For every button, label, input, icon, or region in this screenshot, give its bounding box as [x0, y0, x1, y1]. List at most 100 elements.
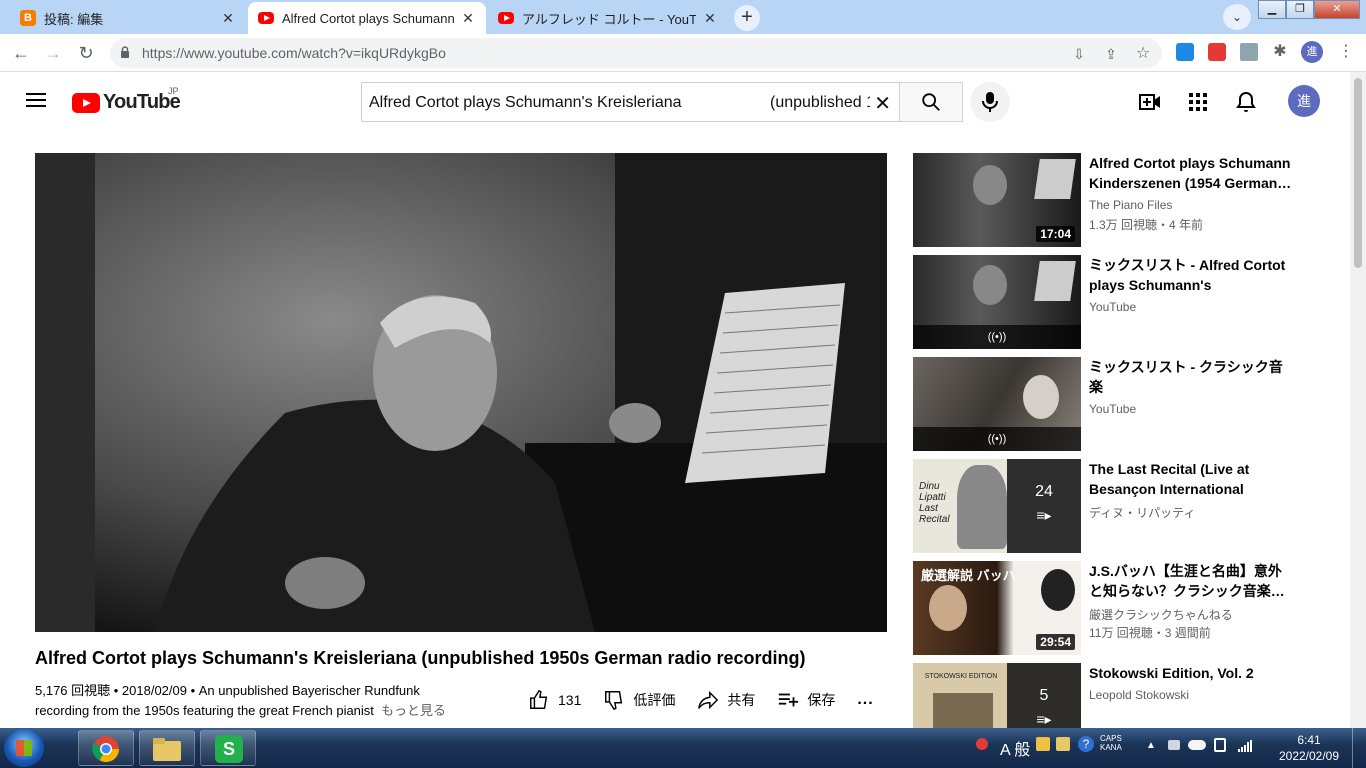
- thumbnail-figure: [929, 585, 967, 631]
- share-button[interactable]: 共有: [697, 689, 755, 711]
- voice-search-button[interactable]: [970, 82, 1010, 122]
- video-description[interactable]: 5,176 回視聴 • 2018/02/09 • An unpublished …: [35, 681, 455, 721]
- search-query-text: Alfred Cortot plays Schumann's Kreisleri…: [369, 94, 682, 111]
- caps-indicator: CAPS: [1100, 734, 1122, 743]
- channel-name[interactable]: ディヌ・リパッティ: [1089, 504, 1195, 521]
- related-video[interactable]: 17:04 Alfred Cortot plays Schumann Kinde…: [913, 153, 1333, 247]
- clear-search-icon[interactable]: ✕: [874, 91, 891, 116]
- related-mix[interactable]: ((•)) ミックスリスト - クラシック音楽 YouTube: [913, 357, 1333, 451]
- dislike-button[interactable]: 低評価: [603, 689, 675, 711]
- tab-search-button[interactable]: ⌄: [1223, 4, 1251, 30]
- related-title: The Last Recital (Live at Besançon Inter…: [1089, 461, 1250, 497]
- thumbnail-figure: [957, 465, 1007, 549]
- related-title: Alfred Cortot plays Schumann Kinderszene…: [1089, 155, 1292, 191]
- tab-blogger[interactable]: B 投稿: 編集 ✕: [10, 2, 246, 34]
- channel-name[interactable]: The Piano Files: [1089, 198, 1172, 212]
- show-desktop-button[interactable]: [1352, 728, 1366, 768]
- channel-name[interactable]: Leopold Stokowski: [1089, 688, 1189, 702]
- share-icon[interactable]: ⇪: [1102, 45, 1120, 63]
- thumbnail-sheet: [1034, 159, 1076, 199]
- forward-button[interactable]: →: [40, 40, 66, 66]
- share-label: 共有: [727, 692, 756, 708]
- search-input[interactable]: Alfred Cortot plays Schumann's Kreisleri…: [361, 82, 901, 122]
- description-snippet: recording from the 1950s featuring the g…: [35, 703, 374, 718]
- browser-tabstrip: B 投稿: 編集 ✕ Alfred Cortot plays Schumann …: [0, 0, 1366, 34]
- taskbar-explorer[interactable]: [139, 730, 195, 766]
- youtube-logo[interactable]: YouTube JP: [72, 86, 181, 114]
- signal-bars-icon[interactable]: [1238, 740, 1252, 752]
- install-icon[interactable]: ⇩: [1070, 45, 1088, 63]
- dislike-label: 低評価: [633, 692, 676, 708]
- taskbar-chrome[interactable]: [78, 730, 134, 766]
- notification-icon[interactable]: [976, 738, 988, 750]
- video-player[interactable]: [35, 153, 887, 632]
- ime-mode[interactable]: A 般: [1000, 736, 1030, 760]
- views-age: 11万 回視聴・3 週間前: [1089, 626, 1211, 640]
- onedrive-cloud-icon[interactable]: [1188, 740, 1206, 750]
- guide-menu-icon[interactable]: [26, 93, 46, 107]
- back-button[interactable]: ←: [8, 40, 34, 66]
- power-plug-icon[interactable]: [1214, 738, 1226, 752]
- channel-name[interactable]: 厳選クラシックちゃんねる: [1089, 606, 1233, 623]
- chrome-icon: [92, 736, 120, 763]
- tray-network-icon[interactable]: [1168, 740, 1180, 750]
- tab-youtube-active[interactable]: Alfred Cortot plays Schumann ✕: [248, 2, 486, 34]
- save-label: 保存: [807, 692, 836, 708]
- video-thumbnail[interactable]: 17:04: [913, 153, 1081, 247]
- related-playlist[interactable]: Dinu Lipatti Last Recital 24 ≡▸ The Last…: [913, 459, 1333, 553]
- taskbar-clock[interactable]: 6:41 2022/02/09: [1270, 732, 1348, 764]
- tray-expand-icon[interactable]: ▲: [1146, 740, 1156, 751]
- maximize-button[interactable]: ❐: [1286, 0, 1314, 19]
- windows-taskbar: S A 般 ? CAPS KANA ▲ 6:41 2022/02/09: [0, 728, 1366, 768]
- video-thumbnail[interactable]: Dinu Lipatti Last Recital 24 ≡▸: [913, 459, 1081, 553]
- playlist-count: 5: [1039, 687, 1049, 704]
- video-thumbnail[interactable]: 厳選解説 バッハ 29:54: [913, 561, 1081, 655]
- views-age: 1.3万 回視聴・4 年前: [1089, 218, 1204, 232]
- taskbar-app-green[interactable]: S: [200, 730, 256, 766]
- ime-toolbar-icon[interactable]: [1036, 737, 1050, 751]
- reload-button[interactable]: ↻: [73, 40, 99, 66]
- country-code: JP: [168, 86, 179, 96]
- notifications-bell-icon[interactable]: [1234, 90, 1258, 114]
- extension-dropbox-icon[interactable]: [1240, 43, 1258, 61]
- close-icon[interactable]: ✕: [220, 10, 236, 27]
- ime-dict-icon[interactable]: [1056, 737, 1070, 751]
- help-icon[interactable]: ?: [1078, 736, 1094, 752]
- video-thumbnail[interactable]: ((•)): [913, 255, 1081, 349]
- close-icon[interactable]: ✕: [702, 10, 718, 27]
- extension-pdf-icon[interactable]: [1208, 43, 1226, 61]
- minimize-button[interactable]: ▁: [1258, 0, 1286, 19]
- more-actions-button[interactable]: ...: [857, 691, 873, 709]
- related-title: Stokowski Edition, Vol. 2: [1089, 665, 1254, 681]
- video-thumbnail[interactable]: ((•)): [913, 357, 1081, 451]
- apps-grid-icon[interactable]: [1186, 90, 1210, 114]
- extension-blue-icon[interactable]: [1176, 43, 1194, 61]
- scrollbar-thumb[interactable]: [1354, 78, 1362, 268]
- create-video-icon[interactable]: [1138, 90, 1162, 114]
- browser-profile-avatar[interactable]: 進: [1301, 41, 1323, 63]
- related-video[interactable]: 厳選解説 バッハ 29:54 J.S.バッハ【生涯と名曲】意外と知らない？クラシ…: [913, 561, 1333, 655]
- save-button[interactable]: 保存: [777, 689, 835, 711]
- channel-name[interactable]: YouTube: [1089, 402, 1136, 416]
- playlist-count-panel: 24 ≡▸: [1007, 459, 1081, 553]
- window-close-button[interactable]: ✕: [1314, 0, 1360, 19]
- show-more-link[interactable]: もっと見る: [381, 701, 446, 721]
- page-scrollbar[interactable]: [1350, 72, 1366, 728]
- browser-menu-icon[interactable]: ⋮: [1336, 41, 1356, 63]
- account-avatar[interactable]: 進: [1288, 85, 1320, 117]
- bookmark-star-icon[interactable]: ☆: [1134, 45, 1152, 63]
- extensions-puzzle-icon[interactable]: ✱: [1271, 43, 1289, 61]
- like-button[interactable]: 131: [528, 689, 581, 711]
- mix-live-icon: ((•)): [913, 325, 1081, 349]
- new-tab-button[interactable]: +: [734, 5, 760, 31]
- tab-youtube-search[interactable]: アルフレッド コルトー - YouTube ✕: [488, 2, 728, 34]
- address-bar[interactable]: https://www.youtube.com/watch?v=ikqURdyk…: [110, 38, 1162, 68]
- youtube-masthead: YouTube JP Alfred Cortot plays Schumann'…: [0, 72, 1350, 128]
- channel-name[interactable]: YouTube: [1089, 300, 1136, 314]
- video-frame-pianist: [35, 153, 887, 632]
- start-button[interactable]: [4, 729, 44, 767]
- close-icon[interactable]: ✕: [460, 10, 476, 27]
- related-mix[interactable]: ((•)) ミックスリスト - Alfred Cortot plays Schu…: [913, 255, 1333, 349]
- thumbnail-caption: 厳選解説 バッハ: [921, 568, 1016, 583]
- search-button[interactable]: [899, 82, 963, 122]
